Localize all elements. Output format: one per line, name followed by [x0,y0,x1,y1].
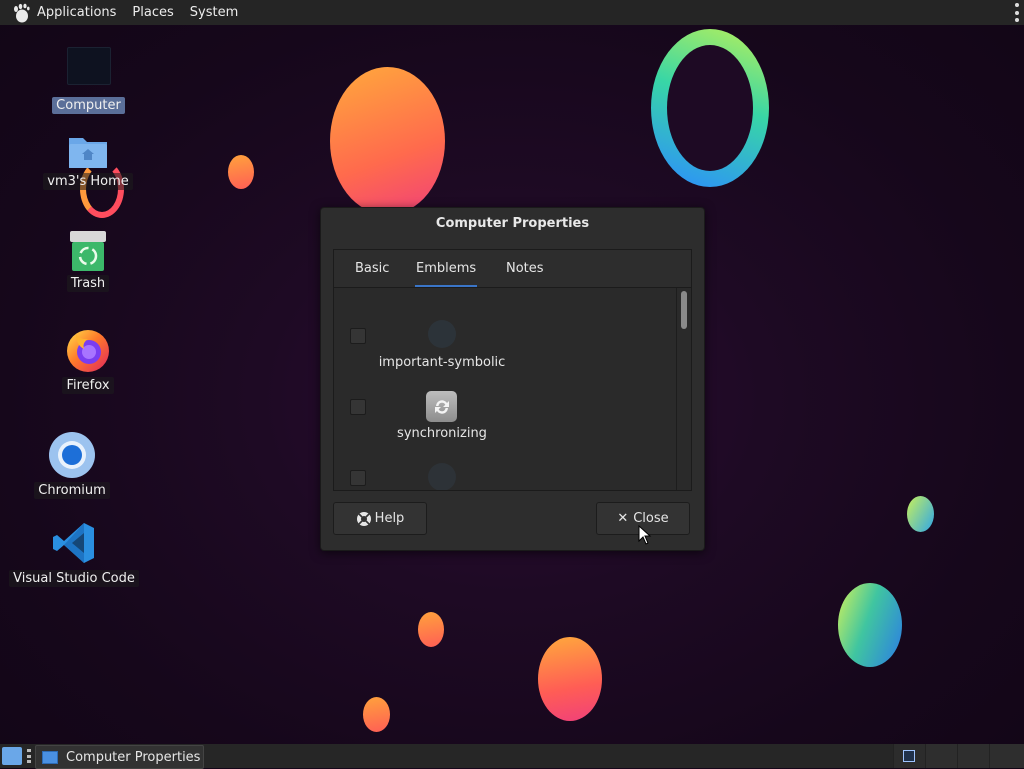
help-button[interactable]: Help [333,502,427,535]
help-lifebuoy-icon [356,511,371,526]
home-folder-icon [69,138,107,168]
show-desktop-icon[interactable] [2,747,22,765]
desktop-icon-label: Visual Studio Code [9,570,139,587]
tab-bar: Basic Emblems Notes [334,250,691,288]
firefox-icon [67,330,109,372]
emblem-checkbox[interactable] [350,399,366,415]
taskbar-item-label: Computer Properties [66,749,201,765]
desktop-icon-firefox[interactable]: Firefox [58,326,118,394]
workspace-window-icon [903,750,915,762]
desktop-icon-vscode[interactable]: Visual Studio Code [9,521,139,587]
desktop-icon-chromium[interactable]: Chromium [34,431,110,499]
gnome-foot-icon[interactable] [10,2,32,24]
desktop-icon-label: Trash [66,275,110,292]
desktop-icon-label: Chromium [34,482,110,499]
decorative-ring [651,29,769,187]
taskbar-item-computer-properties[interactable]: Computer Properties [35,745,204,769]
panel-overflow-icon[interactable] [1014,3,1020,22]
desktop-icon-label: Computer [52,97,125,114]
desktop-icon-trash[interactable]: Trash [60,230,116,292]
emblem-label: important-symbolic [378,355,506,370]
vscode-icon [53,523,94,563]
decorative-orb [228,155,254,189]
scrollbar-thumb[interactable] [681,291,687,329]
emblem-icon [428,463,456,490]
trash-icon [70,231,106,271]
computer-icon [66,47,111,85]
decorative-orb [838,583,902,667]
places-menu[interactable]: Places [124,0,181,25]
panel-handle-icon[interactable] [27,749,31,763]
top-panel: Applications Places System [0,0,1024,25]
close-icon: ✕ [617,511,629,526]
desktop-icon-label: Firefox [62,377,114,394]
emblems-list: important-symbolic synchronizing [334,288,677,490]
desktop-icon-home[interactable]: vm3's Home [43,132,133,190]
desktop-icon-computer[interactable]: Computer [50,47,127,114]
system-menu[interactable]: System [182,0,246,25]
desktop-icon-label: vm3's Home [43,173,133,190]
tab-basic[interactable]: Basic [355,250,389,287]
workspace-2[interactable] [925,744,957,768]
help-button-label: Help [374,511,405,526]
synchronizing-icon [426,391,457,422]
dialog-title: Computer Properties [435,216,590,231]
workspace-4[interactable] [989,744,1024,768]
close-button-label: Close [633,511,669,526]
computer-window-icon [42,750,58,764]
tab-notes[interactable]: Notes [506,250,544,287]
emblem-label: synchronizing [397,426,487,441]
chromium-icon [49,432,95,478]
emblem-checkbox[interactable] [350,328,366,344]
decorative-orb [418,612,444,647]
workspace-3[interactable] [957,744,989,768]
emblem-checkbox[interactable] [350,470,366,486]
mouse-pointer-icon [638,525,652,545]
workspace-1[interactable] [893,744,925,768]
computer-properties-dialog: Computer Properties Basic Emblems Notes … [320,207,705,551]
important-symbolic-icon [428,320,456,348]
decorative-orb [363,697,390,732]
decorative-orb [907,496,934,532]
properties-notebook: Basic Emblems Notes important-symbolic s… [333,249,692,491]
applications-menu[interactable]: Applications [34,0,124,25]
bottom-panel: Computer Properties [0,744,1024,769]
decorative-orb [538,637,602,721]
decorative-orb [330,67,445,215]
emblems-scrollbar[interactable] [676,288,691,490]
tab-emblems[interactable]: Emblems [414,250,478,287]
